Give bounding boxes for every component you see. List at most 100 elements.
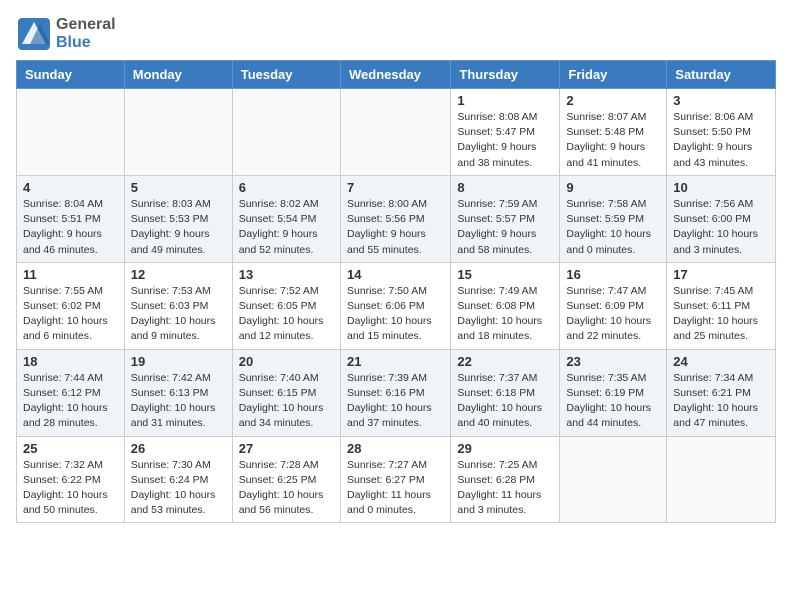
col-header-friday: Friday (560, 61, 667, 89)
calendar-cell (17, 89, 125, 176)
calendar-week-row: 18 Sunrise: 7:44 AMSunset: 6:12 PMDayligh… (17, 349, 776, 436)
calendar-cell: 5 Sunrise: 8:03 AMSunset: 5:53 PMDaylight… (124, 175, 232, 262)
cell-info: Sunrise: 7:45 AMSunset: 6:11 PMDaylight:… (673, 284, 769, 345)
cell-info: Sunrise: 7:50 AMSunset: 6:06 PMDaylight:… (347, 284, 444, 345)
cell-info: Sunrise: 7:52 AMSunset: 6:05 PMDaylight:… (239, 284, 334, 345)
calendar-table: SundayMondayTuesdayWednesdayThursdayFrid… (16, 60, 776, 523)
calendar-cell: 7Sunrise: 8:00 AMSunset: 5:56 PMDaylight… (340, 175, 450, 262)
calendar-cell: 19 Sunrise: 7:42 AMSunset: 6:13 PMDayligh… (124, 349, 232, 436)
cell-info: Sunrise: 8:02 AMSunset: 5:54 PMDaylight:… (239, 197, 334, 258)
day-number: 22 (457, 354, 553, 369)
day-number: 9 (566, 180, 660, 195)
logo: General Blue (16, 16, 116, 52)
day-number: 8 (457, 180, 553, 195)
day-number: 3 (673, 93, 769, 108)
day-number: 21 (347, 354, 444, 369)
cell-info: Sunrise: 7:55 AMSunset: 6:02 PMDaylight:… (23, 284, 118, 345)
cell-info: Sunrise: 7:56 AMSunset: 6:00 PMDaylight:… (673, 197, 769, 258)
logo-general-text: General (56, 16, 116, 33)
day-number: 25 (23, 441, 118, 456)
cell-info: Sunrise: 8:03 AMSunset: 5:53 PMDaylight:… (131, 197, 226, 258)
calendar-cell: 23Sunrise: 7:35 AMSunset: 6:19 PMDayligh… (560, 349, 667, 436)
cell-info: Sunrise: 8:06 AMSunset: 5:50 PMDaylight:… (673, 110, 769, 171)
calendar-cell (560, 436, 667, 523)
cell-info: Sunrise: 7:59 AMSunset: 5:57 PMDaylight:… (457, 197, 553, 258)
day-number: 5 (131, 180, 226, 195)
day-number: 6 (239, 180, 334, 195)
logo-icon (16, 16, 52, 52)
calendar-cell: 18 Sunrise: 7:44 AMSunset: 6:12 PMDayligh… (17, 349, 125, 436)
calendar-cell (667, 436, 776, 523)
day-number: 28 (347, 441, 444, 456)
calendar-cell: 12 Sunrise: 7:53 AMSunset: 6:03 PMDayligh… (124, 262, 232, 349)
calendar-cell: 24 Sunrise: 7:34 AMSunset: 6:21 PMDayligh… (667, 349, 776, 436)
calendar-header-row: SundayMondayTuesdayWednesdayThursdayFrid… (17, 61, 776, 89)
day-number: 11 (23, 267, 118, 282)
calendar-week-row: 4Sunrise: 8:04 AMSunset: 5:51 PMDaylight… (17, 175, 776, 262)
col-header-tuesday: Tuesday (232, 61, 340, 89)
cell-info: Sunrise: 7:47 AMSunset: 6:09 PMDaylight:… (566, 284, 660, 345)
day-number: 12 (131, 267, 226, 282)
calendar-cell: 26Sunrise: 7:30 AMSunset: 6:24 PMDayligh… (124, 436, 232, 523)
cell-info: Sunrise: 7:34 AMSunset: 6:21 PMDaylight:… (673, 371, 769, 432)
calendar-cell: 11 Sunrise: 7:55 AMSunset: 6:02 PMDayligh… (17, 262, 125, 349)
day-number: 7 (347, 180, 444, 195)
calendar-cell: 13 Sunrise: 7:52 AMSunset: 6:05 PMDayligh… (232, 262, 340, 349)
calendar-cell: 14Sunrise: 7:50 AMSunset: 6:06 PMDayligh… (340, 262, 450, 349)
cell-info: Sunrise: 7:44 AMSunset: 6:12 PMDaylight:… (23, 371, 118, 432)
cell-info: Sunrise: 7:42 AMSunset: 6:13 PMDaylight:… (131, 371, 226, 432)
cell-info: Sunrise: 7:28 AMSunset: 6:25 PMDaylight:… (239, 458, 334, 519)
day-number: 16 (566, 267, 660, 282)
calendar-cell: 16 Sunrise: 7:47 AMSunset: 6:09 PMDayligh… (560, 262, 667, 349)
day-number: 15 (457, 267, 553, 282)
cell-info: Sunrise: 7:49 AMSunset: 6:08 PMDaylight:… (457, 284, 553, 345)
calendar-cell: 27 Sunrise: 7:28 AMSunset: 6:25 PMDayligh… (232, 436, 340, 523)
day-number: 27 (239, 441, 334, 456)
calendar-cell: 6 Sunrise: 8:02 AMSunset: 5:54 PMDaylight… (232, 175, 340, 262)
cell-info: Sunrise: 7:25 AMSunset: 6:28 PMDaylight:… (457, 458, 553, 519)
cell-info: Sunrise: 7:37 AMSunset: 6:18 PMDaylight:… (457, 371, 553, 432)
calendar-cell: 8 Sunrise: 7:59 AMSunset: 5:57 PMDaylight… (451, 175, 560, 262)
day-number: 13 (239, 267, 334, 282)
cell-info: Sunrise: 7:35 AMSunset: 6:19 PMDaylight:… (566, 371, 660, 432)
calendar-week-row: 11 Sunrise: 7:55 AMSunset: 6:02 PMDayligh… (17, 262, 776, 349)
day-number: 24 (673, 354, 769, 369)
calendar-cell: 22 Sunrise: 7:37 AMSunset: 6:18 PMDayligh… (451, 349, 560, 436)
day-number: 29 (457, 441, 553, 456)
calendar-cell: 1 Sunrise: 8:08 AMSunset: 5:47 PMDaylight… (451, 89, 560, 176)
day-number: 20 (239, 354, 334, 369)
day-number: 2 (566, 93, 660, 108)
calendar-cell: 4Sunrise: 8:04 AMSunset: 5:51 PMDaylight… (17, 175, 125, 262)
cell-info: Sunrise: 8:04 AMSunset: 5:51 PMDaylight:… (23, 197, 118, 258)
calendar-cell: 10 Sunrise: 7:56 AMSunset: 6:00 PMDayligh… (667, 175, 776, 262)
calendar-cell: 21Sunrise: 7:39 AMSunset: 6:16 PMDayligh… (340, 349, 450, 436)
col-header-thursday: Thursday (451, 61, 560, 89)
col-header-wednesday: Wednesday (340, 61, 450, 89)
page-header: General Blue (16, 16, 776, 52)
day-number: 26 (131, 441, 226, 456)
day-number: 10 (673, 180, 769, 195)
cell-info: Sunrise: 8:07 AMSunset: 5:48 PMDaylight:… (566, 110, 660, 171)
day-number: 17 (673, 267, 769, 282)
day-number: 19 (131, 354, 226, 369)
calendar-cell: 29 Sunrise: 7:25 AMSunset: 6:28 PMDayligh… (451, 436, 560, 523)
col-header-sunday: Sunday (17, 61, 125, 89)
calendar-week-row: 1 Sunrise: 8:08 AMSunset: 5:47 PMDaylight… (17, 89, 776, 176)
calendar-cell (232, 89, 340, 176)
day-number: 1 (457, 93, 553, 108)
cell-info: Sunrise: 7:58 AMSunset: 5:59 PMDaylight:… (566, 197, 660, 258)
calendar-cell: 28 Sunrise: 7:27 AMSunset: 6:27 PMDayligh… (340, 436, 450, 523)
calendar-cell: 15 Sunrise: 7:49 AMSunset: 6:08 PMDayligh… (451, 262, 560, 349)
day-number: 18 (23, 354, 118, 369)
calendar-cell (340, 89, 450, 176)
calendar-cell: 25Sunrise: 7:32 AMSunset: 6:22 PMDayligh… (17, 436, 125, 523)
cell-info: Sunrise: 7:27 AMSunset: 6:27 PMDaylight:… (347, 458, 444, 519)
cell-info: Sunrise: 8:08 AMSunset: 5:47 PMDaylight:… (457, 110, 553, 171)
calendar-week-row: 25Sunrise: 7:32 AMSunset: 6:22 PMDayligh… (17, 436, 776, 523)
calendar-cell: 2 Sunrise: 8:07 AMSunset: 5:48 PMDaylight… (560, 89, 667, 176)
cell-info: Sunrise: 7:53 AMSunset: 6:03 PMDaylight:… (131, 284, 226, 345)
logo-blue-text: Blue (56, 34, 91, 51)
cell-info: Sunrise: 7:40 AMSunset: 6:15 PMDaylight:… (239, 371, 334, 432)
calendar-cell: 17 Sunrise: 7:45 AMSunset: 6:11 PMDayligh… (667, 262, 776, 349)
col-header-saturday: Saturday (667, 61, 776, 89)
